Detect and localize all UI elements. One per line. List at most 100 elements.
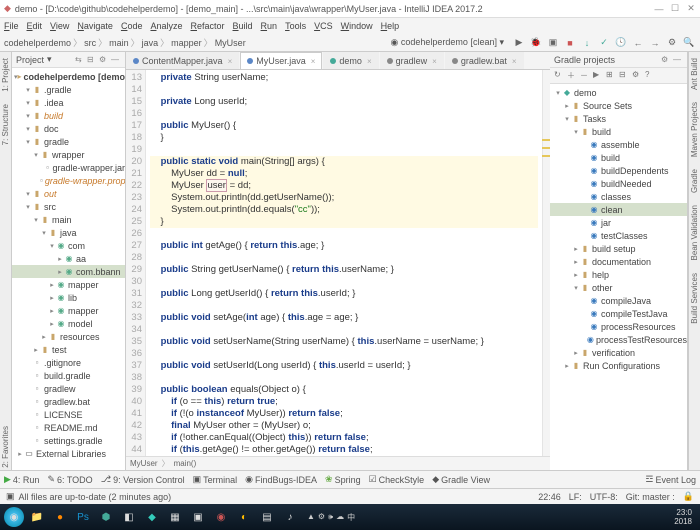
- run-config-selector[interactable]: ◉ codehelperdemo [clean] ▾: [386, 36, 509, 49]
- menu-tools[interactable]: Tools: [285, 21, 306, 31]
- menu-help[interactable]: Help: [381, 21, 400, 31]
- readonly-lock-icon[interactable]: 🔒: [683, 491, 694, 502]
- menu-refactor[interactable]: Refactor: [191, 21, 225, 31]
- menu-analyze[interactable]: Analyze: [150, 21, 182, 31]
- breadcrumb-item[interactable]: java: [142, 38, 159, 48]
- git-branch[interactable]: Git: master :: [626, 492, 675, 502]
- gradle-tree-node[interactable]: ◉processResources: [550, 320, 687, 333]
- settings-button[interactable]: ⚙: [665, 36, 679, 50]
- tree-node[interactable]: ▸◉lib: [12, 291, 125, 304]
- taskbar-app[interactable]: ▦: [165, 507, 185, 527]
- tree-node[interactable]: ▸◉aa: [12, 252, 125, 265]
- tree-node[interactable]: ▸▮resources: [12, 330, 125, 343]
- tree-node[interactable]: ▾◉com: [12, 239, 125, 252]
- toolwindow-stripe-button[interactable]: Ant Build: [690, 56, 699, 92]
- back-button[interactable]: ←: [631, 36, 645, 50]
- tree-node[interactable]: ▫README.md: [12, 421, 125, 434]
- gradle-tree-node[interactable]: ◉buildNeeded: [550, 177, 687, 190]
- gradle-tree-node[interactable]: ▸▮help: [550, 268, 687, 281]
- hide-panel-icon[interactable]: —: [111, 55, 121, 65]
- menu-view[interactable]: View: [50, 21, 69, 31]
- gradle-tree-node[interactable]: ▾▮Tasks: [550, 112, 687, 125]
- help-icon[interactable]: ?: [645, 70, 656, 81]
- tree-node[interactable]: ▸◉com.bbann: [12, 265, 125, 278]
- run-task-icon[interactable]: ▶: [593, 70, 604, 81]
- tree-node[interactable]: ▸▭External Libraries: [12, 447, 125, 460]
- editor-tab[interactable]: gradlew×: [380, 52, 444, 69]
- taskbar-app[interactable]: Ps: [73, 507, 93, 527]
- gradle-tree-node[interactable]: ▾◆demo: [550, 86, 687, 99]
- toolwindow-stripe-button[interactable]: 7: Structure: [1, 102, 10, 147]
- editor-crumb-item[interactable]: main(): [174, 459, 197, 468]
- toolwindow-stripe-button[interactable]: 2: Favorites: [1, 424, 10, 470]
- gradle-tree-node[interactable]: ◉compileJava: [550, 294, 687, 307]
- gradle-tree-node[interactable]: ◉assemble: [550, 138, 687, 151]
- eventlog-toolwindow-button[interactable]: ☲ Event Log: [645, 474, 696, 485]
- menu-build[interactable]: Build: [233, 21, 253, 31]
- gradle-tree-node[interactable]: ▸▮verification: [550, 346, 687, 359]
- breadcrumb-item[interactable]: src: [84, 38, 96, 48]
- menu-window[interactable]: Window: [341, 21, 373, 31]
- gradle-tree-node[interactable]: ◉build: [550, 151, 687, 164]
- tree-node[interactable]: ▫.gitignore: [12, 356, 125, 369]
- tree-node[interactable]: ▫gradlew: [12, 382, 125, 395]
- tree-node[interactable]: ▫gradlew.bat: [12, 395, 125, 408]
- gradle-tree-node[interactable]: ◉compileTestJava: [550, 307, 687, 320]
- taskbar-clock[interactable]: 23:02018: [674, 508, 696, 526]
- taskbar-app[interactable]: ⬢: [96, 507, 116, 527]
- search-button[interactable]: 🔍: [682, 36, 696, 50]
- tree-node[interactable]: ▸▮test: [12, 343, 125, 356]
- spring-toolwindow-button[interactable]: ❀ Spring: [325, 474, 361, 485]
- findbugs-toolwindow-button[interactable]: ◉ FindBugs-IDEA: [245, 474, 317, 485]
- coverage-button[interactable]: ▣: [546, 36, 560, 50]
- expand-all-icon[interactable]: ⊞: [606, 70, 617, 81]
- taskbar-app[interactable]: 📁: [27, 507, 47, 527]
- gradle-tree-node[interactable]: ▸▮Source Sets: [550, 99, 687, 112]
- breadcrumb-item[interactable]: mapper: [171, 38, 202, 48]
- hide-panel-icon[interactable]: —: [673, 55, 683, 65]
- breadcrumb-item[interactable]: codehelperdemo: [4, 38, 71, 48]
- menu-run[interactable]: Run: [261, 21, 278, 31]
- editor-tab[interactable]: MyUser.java×: [240, 52, 322, 69]
- collapse-all-icon[interactable]: ⊟: [87, 55, 97, 65]
- gradleview-toolwindow-button[interactable]: ◆ Gradle View: [432, 474, 490, 485]
- panel-settings-icon[interactable]: ⚙: [661, 55, 671, 65]
- editor-crumb-item[interactable]: MyUser: [130, 459, 158, 468]
- taskbar-app[interactable]: ◐: [234, 507, 254, 527]
- code-editor[interactable]: private String userName; private Long us…: [146, 70, 542, 456]
- tree-node[interactable]: ▾▮main: [12, 213, 125, 226]
- gradle-tree-node[interactable]: ◉clean: [550, 203, 687, 216]
- close-button[interactable]: ✕: [686, 4, 696, 14]
- gradle-tree-node[interactable]: ◉processTestResources: [550, 333, 687, 346]
- stop-button[interactable]: ■: [563, 36, 577, 50]
- toolwindow-stripe-button[interactable]: Bean Validation: [690, 203, 699, 262]
- minimize-button[interactable]: —: [654, 4, 664, 14]
- tree-node[interactable]: ▾▮doc: [12, 122, 125, 135]
- toolwindow-quick-access-icon[interactable]: ▣: [6, 491, 15, 502]
- system-tray[interactable]: ▲⚙🕪☁中: [307, 512, 355, 523]
- tree-node[interactable]: ▫gradle-wrapper.prop: [12, 174, 125, 187]
- gradle-tree-node[interactable]: ▸▮documentation: [550, 255, 687, 268]
- tree-node[interactable]: ▾▮.gradle: [12, 83, 125, 96]
- detach-icon[interactable]: －: [580, 70, 591, 81]
- project-tree[interactable]: ▾▸codehelperdemo [demo] D:\▾▮.gradle▾▮.i…: [12, 68, 125, 470]
- editor-tab[interactable]: gradlew.bat×: [445, 52, 524, 69]
- taskbar-app[interactable]: ◆: [142, 507, 162, 527]
- tree-node[interactable]: ▾▮.idea: [12, 96, 125, 109]
- close-tab-icon[interactable]: ×: [512, 57, 517, 66]
- debug-button[interactable]: 🐞: [529, 36, 543, 50]
- gradle-tree-node[interactable]: ▾▮build: [550, 125, 687, 138]
- toolwindow-stripe-button[interactable]: Gradle: [690, 167, 699, 195]
- gradle-tree-node[interactable]: ◉buildDependents: [550, 164, 687, 177]
- tree-node[interactable]: ▾▮gradle: [12, 135, 125, 148]
- gradle-tree-node[interactable]: ▸▮Run Configurations: [550, 359, 687, 372]
- toolwindow-stripe-button[interactable]: Maven Projects: [690, 100, 699, 159]
- maximize-button[interactable]: ☐: [670, 4, 680, 14]
- toolwindow-stripe-button[interactable]: Build Services: [690, 271, 699, 326]
- scroll-from-source-icon[interactable]: ⇆: [75, 55, 85, 65]
- file-encoding[interactable]: UTF-8:: [590, 492, 618, 502]
- tree-node[interactable]: ▫settings.gradle: [12, 434, 125, 447]
- tree-node[interactable]: ▾▮src: [12, 200, 125, 213]
- tree-node[interactable]: ▾▮build: [12, 109, 125, 122]
- gradle-tree-node[interactable]: ◉classes: [550, 190, 687, 203]
